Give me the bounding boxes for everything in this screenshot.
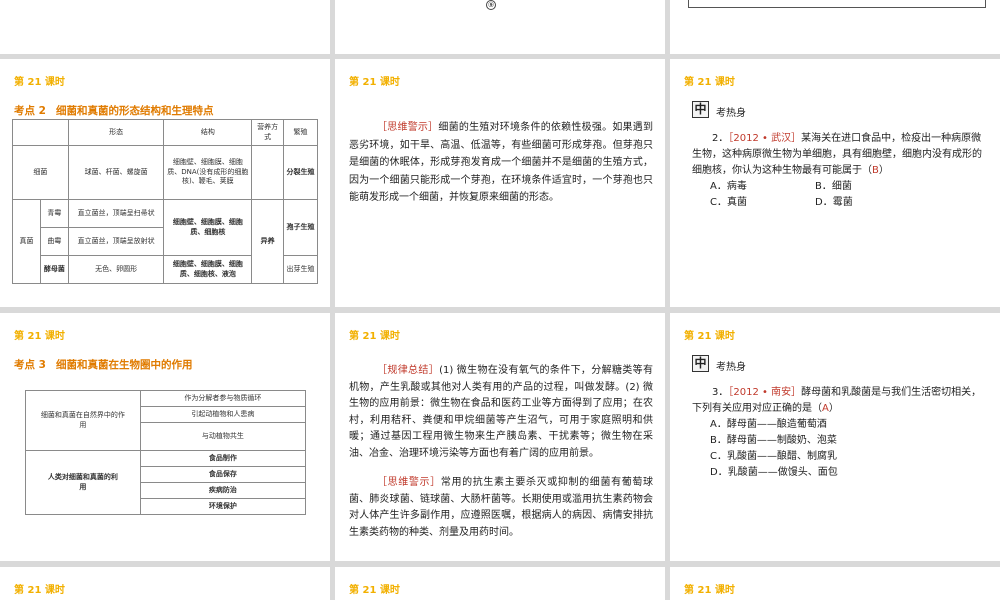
- topic-heading: 细菌和真菌的形态结构和生理特点: [55, 105, 214, 117]
- slide-bacteria-fungi-structure: 第 21 课时 考点 2 细菌和真菌的形态结构和生理特点 形态 结构 营养方式 繁…: [0, 59, 330, 307]
- role-item: 引起动植物和人患病: [139, 406, 307, 423]
- qingmei-name: 青霉: [39, 199, 69, 228]
- yeast-shape: 无色、卵圆形: [67, 255, 165, 284]
- option-b: B．细菌: [815, 181, 852, 192]
- lesson-header: 第 21 课时: [14, 331, 65, 342]
- warning-text: 细菌的生殖对环境条件的依赖性极强。如果遇到恶劣环境，如干旱、高温、低温等，有些细…: [349, 122, 654, 203]
- slide-top-middle: ⑨: [335, 0, 665, 54]
- use-item: 疾病防治: [139, 482, 307, 499]
- option-item: A．酵母菌——酿造葡萄酒: [710, 419, 827, 430]
- question-close: ）: [878, 165, 889, 176]
- table-fragment: [688, 0, 986, 8]
- option-a: A．病毒: [710, 181, 747, 192]
- question-answer: A: [822, 403, 829, 414]
- question-number: 2．: [712, 133, 729, 144]
- slide-rules-summary: 第 21 课时 ［规律总结］(1) 微生物在没有氧气的条件下，分解糖类等有机物，…: [335, 313, 665, 561]
- option-c: C．真菌: [710, 197, 747, 208]
- warning-tag: ［思维警示］: [377, 122, 439, 133]
- use-item: 食品制作: [139, 450, 307, 467]
- slide-biosphere-role: 第 21 课时 考点 3 细菌和真菌在生物圈中的作用 细菌和真菌在自然界中的作用 …: [0, 313, 330, 561]
- topic-title: 考点 3 细菌和真菌在生物圈中的作用: [14, 357, 192, 372]
- row-fungi-label: 真菌: [12, 199, 41, 284]
- mold-structure: 细胞壁、细胞膜、细胞质、细胞核: [163, 199, 253, 256]
- question-3-text: 3．［2012 • 南安］酵母菌和乳酸菌是与我们生活密切相关，下列有关应用对应正…: [692, 385, 986, 417]
- yeast-structure: 细胞壁、细胞膜、细胞质、细胞核、液泡: [163, 255, 253, 284]
- option-item: C．乳酸菌——酿醋、制腐乳: [710, 451, 837, 462]
- option-item: B．酵母菌——制酸奶、泡菜: [710, 435, 837, 446]
- option-item: D．乳酸菌——做馒头、面包: [710, 467, 838, 478]
- header-reproduction: 繁殖: [283, 119, 318, 146]
- slide-spore-warning: 第 21 课时 ［思维警示］细菌的生殖对环境条件的依赖性极强。如果遇到恶劣环境，…: [335, 59, 665, 307]
- warning-paragraph: ［思维警示］常用的抗生素主要杀灭或抑制的细菌有葡萄球菌、肺炎球菌、链球菌、大肠杆…: [349, 475, 653, 541]
- bacteria-reproduction: 分裂生殖: [283, 145, 318, 200]
- role-table: 细菌和真菌在自然界中的作用 作为分解者参与物质循环 引起动植物和人患病 与动植物…: [25, 390, 307, 515]
- question-3-options: A．酵母菌——酿造葡萄酒 B．酵母菌——制酸奶、泡菜 C．乳酸菌——酿醋、制腐乳…: [710, 417, 986, 481]
- summary-text: (1) 微生物在没有氧气的条件下，分解糖类等有机物，产生乳酸或其他对人类有用的产…: [349, 365, 654, 459]
- exam-box-icon: 中: [692, 101, 709, 118]
- question-close: ）: [828, 403, 839, 414]
- qingmei-shape: 直立菌丝，顶端呈扫帚状: [67, 199, 165, 228]
- role-item: 作为分解者参与物质循环: [139, 390, 307, 407]
- question-2-options: A．病毒 B．细菌 C．真菌 D．霉菌: [710, 179, 986, 211]
- use-label: 人类对细菌和真菌的利用: [25, 450, 141, 515]
- summary-paragraph: ［规律总结］(1) 微生物在没有氧气的条件下，分解糖类等有机物，产生乳酸或其他对…: [349, 363, 653, 462]
- topic-number: 考点 2: [14, 105, 46, 117]
- qumei-shape: 直立菌丝，顶端呈放射状: [67, 227, 165, 256]
- lesson-header: 第 21 课时: [14, 77, 65, 88]
- topic-title: 考点 2 细菌和真菌的形态结构和生理特点: [14, 103, 213, 118]
- topic-heading: 细菌和真菌在生物圈中的作用: [55, 359, 193, 371]
- header-nutrition: 营养方式: [251, 119, 285, 146]
- slide-warmup-q2: 第 21 课时 中 考热身 2．［2012 • 武汉］某海关在进口食品中，检疫出…: [670, 59, 1000, 307]
- question-source: ［2012 • 武汉］: [728, 133, 802, 144]
- slide-bottom-middle: 第 21 课时: [335, 567, 665, 600]
- bacteria-shape: 球菌、杆菌、螺旋菌: [67, 145, 165, 200]
- slide-bottom-right: 第 21 课时: [670, 567, 1000, 600]
- summary-tag: ［规律总结］: [377, 365, 440, 376]
- exam-box-icon: 中: [692, 355, 709, 372]
- option-d: D．霉菌: [815, 197, 853, 208]
- lesson-header: 第 21 课时: [14, 585, 65, 596]
- lesson-header: 第 21 课时: [684, 77, 735, 88]
- lesson-header: 第 21 课时: [349, 585, 400, 596]
- warmup-label: 考热身: [716, 108, 746, 119]
- use-item: 环境保护: [139, 498, 307, 515]
- lesson-header: 第 21 课时: [684, 585, 735, 596]
- lesson-header: 第 21 课时: [349, 77, 400, 88]
- bacteria-structure: 细胞壁、细胞膜、细胞质、DNA(没有成形的细胞核)、鞭毛、荚膜: [163, 145, 253, 200]
- question-answer: B: [872, 165, 879, 176]
- header-structure: 结构: [163, 119, 253, 146]
- topic-number: 考点 3: [14, 359, 46, 371]
- question-2-text: 2．［2012 • 武汉］某海关在进口食品中，检疫出一种病原微生物，这种病原微生…: [692, 131, 986, 179]
- use-item: 食品保存: [139, 466, 307, 483]
- slide-top-right: [670, 0, 1000, 54]
- slide-top-left: [0, 0, 330, 54]
- role-label: 细菌和真菌在自然界中的作用: [25, 390, 141, 451]
- yeast-name: 酵母菌: [39, 255, 69, 284]
- header-shape: 形态: [67, 119, 165, 146]
- lesson-header: 第 21 课时: [684, 331, 735, 342]
- nutrition-heterotrophic: 异养: [251, 199, 285, 284]
- role-item: 与动植物共生: [139, 422, 307, 451]
- qumei-name: 曲霉: [39, 227, 69, 256]
- question-number: 3．: [712, 387, 729, 398]
- circled-number: ⑨: [486, 0, 496, 10]
- warmup-label: 考热身: [716, 362, 746, 373]
- row-bacteria-name: 细菌: [12, 145, 69, 200]
- question-source: ［2012 • 南安］: [728, 387, 802, 398]
- structure-table: 形态 结构 营养方式 繁殖 细菌 球菌、杆菌、螺旋菌 细胞壁、细胞膜、细胞质、D…: [12, 119, 318, 284]
- yeast-reproduction: 出芽生殖: [283, 255, 318, 284]
- warning-tag: ［思维警示］: [377, 477, 441, 488]
- slide-bottom-left: 第 21 课时: [0, 567, 330, 600]
- warning-paragraph: ［思维警示］细菌的生殖对环境条件的依赖性极强。如果遇到恶劣环境，如干旱、高温、低…: [349, 119, 653, 207]
- slide-warmup-q3: 第 21 课时 中 考热身 3．［2012 • 南安］酵母菌和乳酸菌是与我们生活…: [670, 313, 1000, 561]
- mold-reproduction: 孢子生殖: [283, 199, 318, 256]
- lesson-header: 第 21 课时: [349, 331, 400, 342]
